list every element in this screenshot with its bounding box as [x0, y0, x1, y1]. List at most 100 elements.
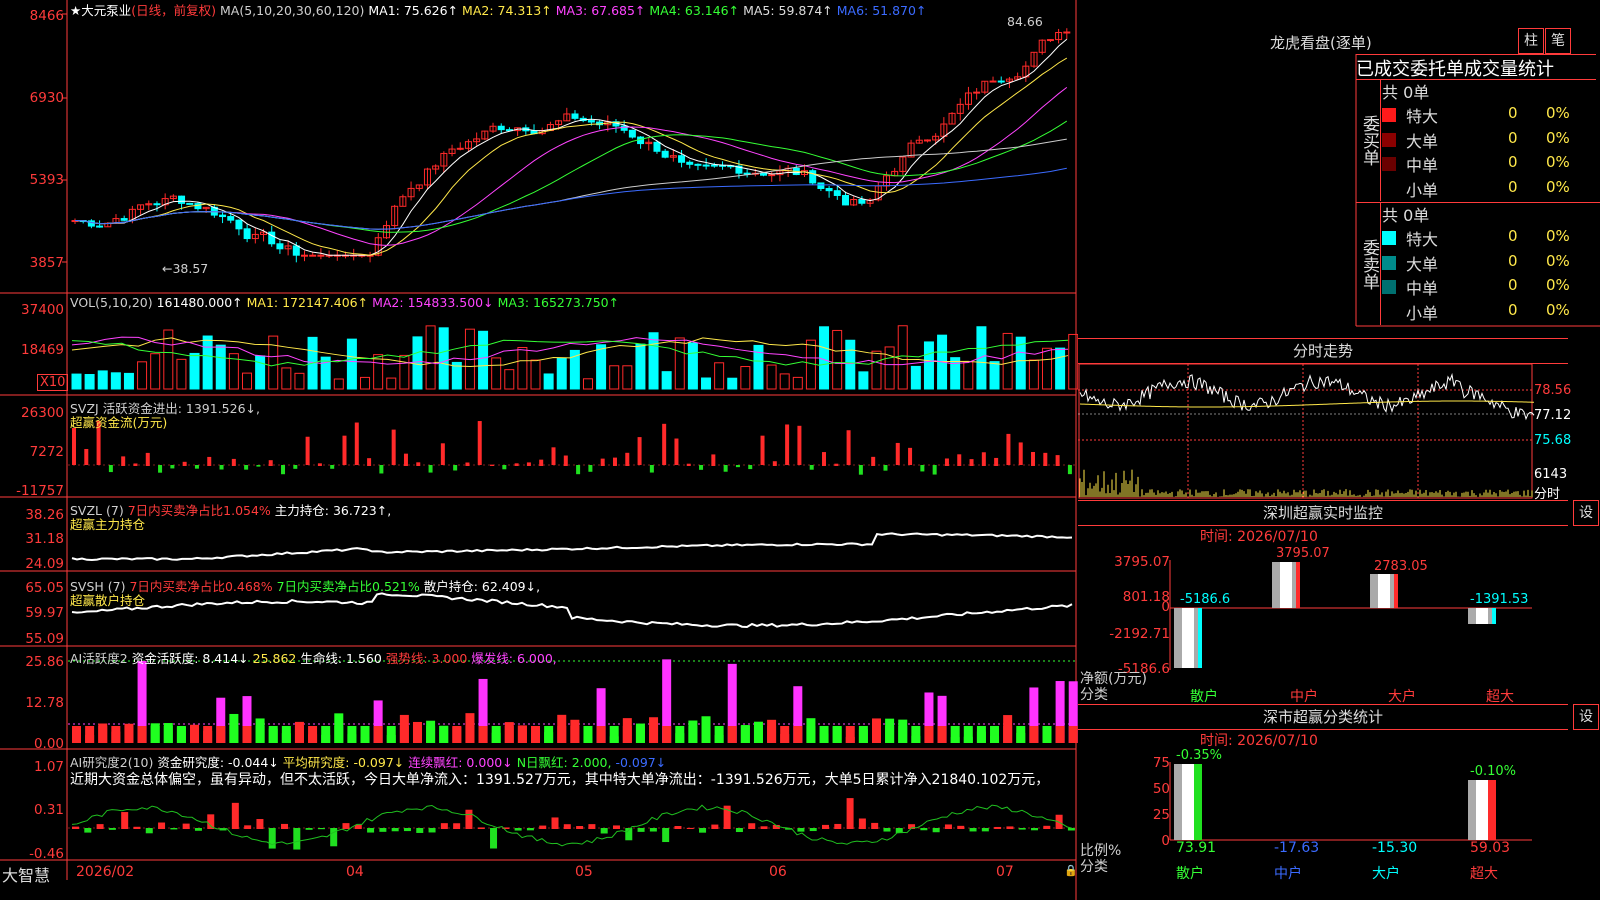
fund-flow-bar: [1067, 465, 1072, 475]
ai1-activity: 资金活跃度: 8.414↓: [131, 651, 249, 666]
activity-base: [622, 726, 632, 743]
research-bar: [145, 828, 153, 834]
svsh-y-label: 59.97: [25, 605, 64, 621]
activity-base: [72, 726, 81, 743]
activity-base: [504, 726, 514, 743]
activity-base: [1029, 726, 1039, 743]
ma-line: [74, 87, 1068, 246]
research-bar: [84, 828, 92, 833]
fund-flow-bar: [662, 423, 667, 465]
volume-bar: [360, 376, 371, 390]
svsh-ratio-a: 7日内买卖净占比0.468%: [129, 579, 273, 594]
volume-bar: [150, 353, 161, 390]
activity-base: [557, 726, 567, 743]
activity-base: [845, 726, 855, 743]
vol-y-label: 37400: [21, 302, 64, 318]
ss-stats-title: 深市超赢分类统计: [1078, 704, 1568, 730]
svzl-y-label: 38.26: [25, 507, 64, 523]
volume-bar: [897, 325, 908, 390]
volume-bar: [543, 373, 554, 390]
ai1-life: 生命线: 1.560: [300, 651, 382, 666]
fund-flow-bar: [711, 454, 716, 466]
sz-settings-button[interactable]: 设: [1573, 500, 1599, 526]
svzj-y-label: 26300: [21, 405, 64, 421]
tick-view-button[interactable]: 笔: [1545, 28, 1571, 54]
fund-flow-bar: [219, 465, 224, 470]
fund-flow-bar: [379, 465, 384, 474]
research-bar: [440, 823, 448, 829]
research-bar: [477, 827, 485, 829]
ai1-strong: 强势线: 3.000: [385, 651, 468, 666]
volume-bar: [176, 358, 187, 390]
order-percent: 0%: [1546, 227, 1570, 245]
order-color-swatch: [1382, 108, 1396, 122]
sz-cat: 超大: [1486, 689, 1514, 705]
activity-base: [635, 726, 645, 743]
research-bar: [699, 828, 707, 833]
fund-flow-bar: [416, 462, 421, 466]
volume-bar: [648, 332, 659, 390]
activity-base: [85, 726, 95, 743]
candle-body: [227, 216, 235, 221]
volume-bar: [845, 339, 856, 390]
fund-flow-bar: [477, 421, 482, 465]
candle-body: [317, 254, 325, 257]
activity-base: [662, 726, 672, 743]
ai2-label: AI研究度2(10): [70, 755, 154, 770]
research-bar: [72, 826, 79, 829]
volume-bar: [635, 343, 646, 390]
research-bar: [367, 828, 375, 833]
ai2-extra: -0.097↓: [615, 755, 667, 770]
activity-base: [793, 726, 803, 743]
fund-flow-bar: [957, 454, 962, 466]
research-bar: [244, 825, 252, 829]
x-tick: 04: [346, 864, 364, 880]
intraday-title: 分时走势: [1078, 338, 1568, 364]
research-bar: [317, 828, 325, 830]
order-size-label: 小单: [1406, 303, 1439, 323]
activity-base: [570, 726, 580, 743]
activity-base: [767, 726, 777, 743]
volume-bar: [202, 335, 213, 390]
ss-settings-button[interactable]: 设: [1573, 704, 1599, 730]
research-bar: [735, 828, 743, 833]
research-bar: [121, 812, 129, 829]
activity-base: [832, 726, 842, 743]
order-percent: 0%: [1546, 104, 1570, 122]
fund-flow-bar: [490, 464, 495, 466]
research-bar: [342, 823, 350, 829]
activity-base: [963, 726, 973, 743]
volume-bar: [884, 346, 895, 390]
low-price-note: ←38.57: [162, 261, 209, 276]
stock-name: 大元泵业: [81, 3, 132, 18]
activity-base: [727, 726, 737, 743]
bar-view-button[interactable]: 柱: [1518, 28, 1544, 54]
sz-time: 时间: 2026/07/10: [1200, 529, 1318, 545]
research-bar: [748, 823, 756, 829]
activity-base: [137, 726, 147, 743]
activity-base: [858, 726, 868, 743]
fund-flow-bar: [981, 452, 986, 466]
fund-flow-bar: [551, 447, 556, 465]
fund-flow-bar: [785, 424, 790, 465]
research-bar: [649, 828, 657, 832]
activity-base: [937, 726, 947, 743]
research-bar: [293, 828, 301, 850]
high-price-note: 84.66: [1007, 14, 1043, 29]
ss-cat-label: 分类: [1080, 859, 1108, 875]
research-bar: [686, 827, 694, 829]
volume-bar: [609, 365, 620, 390]
ss-top-label: -0.10%: [1470, 764, 1516, 779]
fund-flow-bar: [330, 465, 335, 469]
svsh-ratio-b: 7日内买卖净占比0.521%: [276, 579, 420, 594]
research-bar: [514, 828, 522, 831]
volume-bar: [333, 378, 344, 390]
research-bar: [932, 828, 940, 833]
activity-base: [412, 726, 422, 743]
ai1-y-label: 25.86: [25, 654, 64, 670]
volume-bar: [530, 359, 541, 390]
intraday-y-label: 78.56: [1534, 383, 1572, 398]
research-bar: [416, 828, 424, 833]
volume-bar: [504, 369, 515, 390]
activity-base: [360, 726, 370, 743]
